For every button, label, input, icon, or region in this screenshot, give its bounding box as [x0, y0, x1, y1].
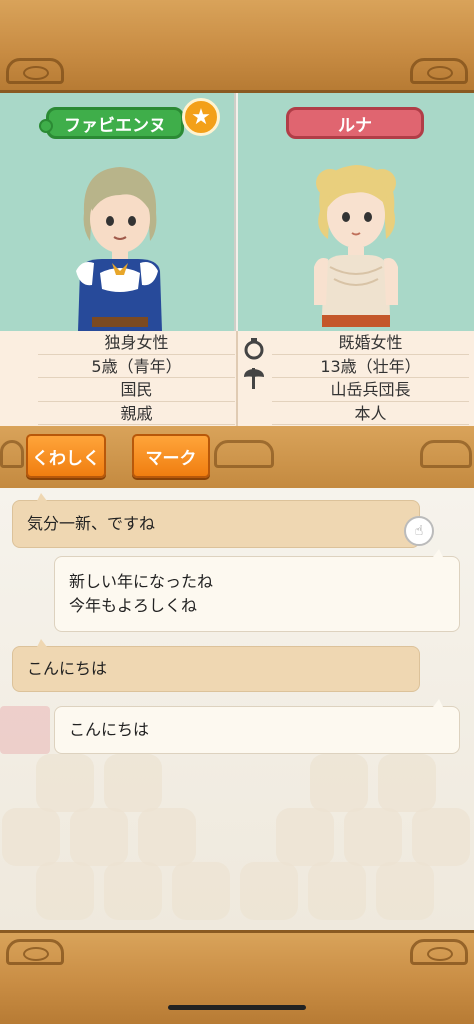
bubble-tail: [433, 549, 443, 557]
chat-bubble-incoming: 気分一新、ですね: [12, 493, 420, 548]
action-button-bar: くわしく マーク: [0, 426, 474, 488]
home-indicator[interactable]: [168, 1005, 306, 1010]
bg-menu-tile: [412, 808, 470, 866]
left-info-column: 独身女性 5歳（青年） 国民 親戚: [38, 331, 235, 425]
detail-button[interactable]: くわしく: [26, 434, 106, 478]
right-info-relation: 本人: [272, 402, 469, 425]
bubble-tail: [433, 699, 443, 707]
chat-bubble-outgoing: 新しい年になったね 今年もよろしくね: [54, 549, 460, 632]
left-info-status: 独身女性: [38, 331, 235, 355]
ornament-center-icon: [214, 440, 274, 468]
chat-line: こんにちは: [27, 659, 108, 678]
left-info-age: 5歳（青年）: [38, 355, 235, 378]
bg-menu-tile: [376, 862, 434, 920]
right-info-column: 既婚女性 13歳（壮年） 山岳兵団長 本人: [272, 331, 469, 425]
top-wood-bar: [0, 0, 474, 93]
left-character-avatar[interactable]: [62, 161, 172, 331]
bg-menu-tile: [104, 754, 162, 812]
chat-bubble-outgoing: こんにちは: [54, 699, 460, 754]
bubble-tail: [37, 493, 47, 501]
chat-bubble-incoming: こんにちは: [12, 639, 420, 692]
bubble-tail: [37, 639, 47, 647]
bg-menu-tile: [276, 808, 334, 866]
bg-menu-tile: [310, 754, 368, 812]
right-info-job: 山岳兵団長: [272, 378, 469, 402]
chat-line: 今年もよろしくね: [69, 596, 198, 615]
chat-line: こんにちは: [69, 720, 150, 739]
bg-menu-tile: [2, 808, 60, 866]
bg-menu-tile: [104, 862, 162, 920]
ornament-right-icon: [410, 58, 468, 84]
tap-hand-icon[interactable]: ☝: [404, 516, 434, 546]
conversation-area[interactable]: 気分一新、ですね ☝ 新しい年になったね 今年もよろしくね こんにちは こんにち…: [0, 488, 474, 930]
ornament-bar-right-icon: [420, 440, 472, 468]
bg-event-banner: [0, 706, 50, 754]
bg-menu-tile: [378, 754, 436, 812]
bg-menu-tile: [240, 862, 298, 920]
axe-icon: [244, 368, 264, 389]
chat-line: 気分一新、ですね: [27, 514, 156, 533]
left-info-job: 国民: [38, 378, 235, 402]
ornament-left-icon: [6, 58, 64, 84]
right-character-avatar[interactable]: [300, 155, 410, 331]
info-divider: [236, 331, 238, 426]
bg-menu-tile: [36, 754, 94, 812]
bg-menu-tile: [36, 862, 94, 920]
right-info-age: 13歳（壮年）: [272, 355, 469, 378]
left-character-name: ファビエンヌ: [39, 107, 184, 139]
favorite-star-icon[interactable]: ★: [182, 98, 220, 136]
ornament-right-icon: [410, 939, 468, 965]
bg-menu-tile: [344, 808, 402, 866]
left-info-relation: 親戚: [38, 402, 235, 425]
ring-icon: [244, 338, 264, 360]
ornament-left-icon: [6, 939, 64, 965]
chat-line: 新しい年になったね: [69, 572, 214, 591]
mark-button[interactable]: マーク: [132, 434, 210, 478]
right-character-pane[interactable]: ルナ: [238, 93, 474, 331]
right-character-name: ルナ: [286, 107, 424, 139]
bg-menu-tile: [70, 808, 128, 866]
bg-menu-tile: [138, 808, 196, 866]
ornament-bar-left-icon: [0, 440, 24, 468]
bg-menu-tile: [308, 862, 366, 920]
bg-menu-tile: [172, 862, 230, 920]
right-info-status: 既婚女性: [272, 331, 469, 355]
